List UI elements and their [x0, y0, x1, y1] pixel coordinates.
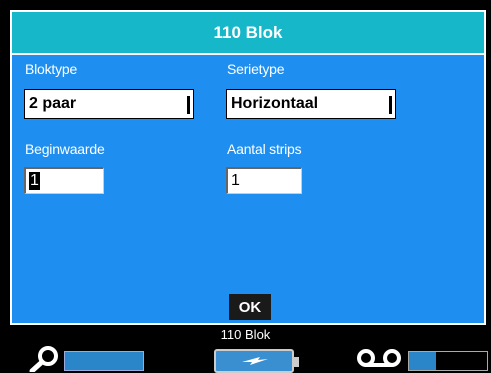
beginwaarde-value: 1 [29, 172, 40, 190]
block-dialog: 110 Blok Bloktype 2 paar Serietype Horiz… [10, 10, 486, 325]
serietype-value: Horizontaal [231, 95, 319, 112]
label-type-indicator: 110 Blok [220, 327, 271, 342]
zoom-icon [29, 346, 58, 372]
dialog-titlebar: 110 Blok [12, 12, 484, 55]
battery-tip [294, 357, 299, 367]
bloktype-select[interactable]: 2 paar [24, 89, 194, 119]
dialog-title: 110 Blok [213, 22, 283, 42]
tape-level-bar [408, 351, 488, 371]
aantal-strips-value: 1 [231, 172, 240, 189]
dropdown-indicator-icon [187, 96, 190, 114]
serietype-select[interactable]: Horizontaal [226, 89, 396, 119]
ok-button[interactable]: OK [229, 294, 271, 320]
aantal-strips-label: Aantal strips [227, 141, 302, 157]
printer-screen: 110 Blok Bloktype 2 paar Serietype Horiz… [0, 0, 491, 373]
beginwaarde-input[interactable]: 1 [24, 167, 104, 194]
serietype-label: Serietype [227, 61, 285, 77]
tape-cassette-icon [357, 349, 401, 367]
status-bar: 110 Blok [0, 327, 491, 373]
bloktype-value: 2 paar [29, 95, 77, 112]
tape-level-fill [409, 352, 437, 370]
beginwaarde-label: Beginwaarde [25, 141, 105, 157]
lightning-icon [242, 357, 268, 365]
aantal-strips-input[interactable]: 1 [226, 167, 302, 194]
zoom-level-bar [64, 351, 144, 371]
battery-charging-icon [214, 349, 294, 373]
dropdown-indicator-icon [389, 96, 392, 114]
bloktype-label: Bloktype [25, 61, 78, 77]
